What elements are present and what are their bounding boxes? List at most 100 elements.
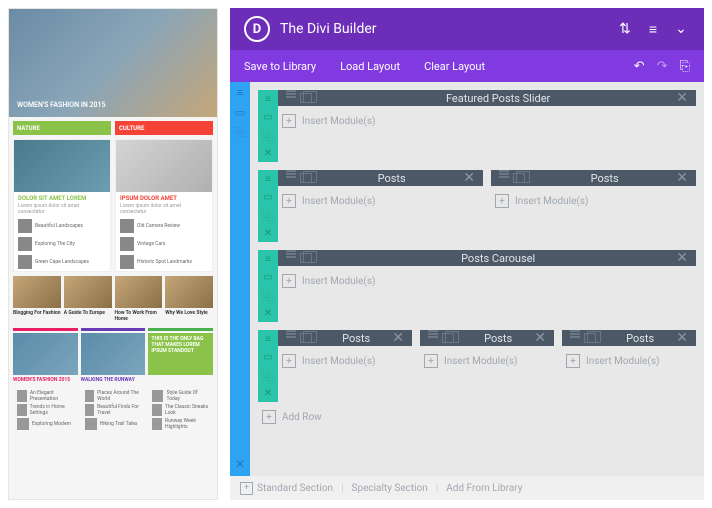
builder-section: ≡ ▭ ⿻ ✕ Posts ✕ +Insert Module(s) [258, 330, 696, 402]
save-to-library-button[interactable]: Save to Library [244, 60, 316, 73]
copy-icon[interactable] [300, 93, 312, 103]
drag-handle-icon[interactable] [428, 333, 438, 335]
sections-container: ≡ ▭ ⿻ ✕ Featured Posts Slider ✕ +In [250, 82, 704, 476]
close-icon[interactable]: ✕ [392, 330, 404, 346]
section-controls: ≡ ▭ ⿻ ✕ [230, 82, 250, 476]
drag-handle-icon[interactable]: ≡ [258, 170, 278, 188]
builder-section: ≡ ▭ ⿻ ✕ Posts Carousel ✕ +Insert Mo [258, 250, 696, 322]
card-image [14, 140, 110, 192]
row-controls: ≡ ▭ ⿻ ✕ [258, 250, 278, 322]
builder-subheader: Save to Library Load Layout Clear Layout… [230, 50, 704, 82]
module-block[interactable]: Posts Carousel ✕ [278, 250, 696, 266]
duplicate-icon[interactable]: ⿻ [230, 122, 250, 142]
insert-module-button[interactable]: +Insert Module(s) [491, 190, 696, 212]
copy-icon[interactable] [300, 333, 312, 343]
drag-handle-icon[interactable] [286, 333, 296, 335]
builder-title: The Divi Builder [280, 21, 377, 37]
duplicate-icon[interactable]: ⿻ [258, 286, 278, 304]
close-icon[interactable]: ✕ [534, 330, 546, 346]
close-icon[interactable]: ✕ [676, 90, 688, 106]
undo-icon[interactable]: ↶ [634, 59, 645, 74]
hero-image: WOMEN'S FASHION IN 2015 [9, 9, 217, 117]
row-controls: ≡ ▭ ⿻ ✕ [258, 330, 278, 402]
plus-icon: + [495, 194, 509, 208]
collapse-icon[interactable]: ⌄ [672, 20, 690, 38]
copy-icon[interactable] [442, 333, 454, 343]
divi-builder: D The Divi Builder ⇅ ≡ ⌄ Save to Library… [230, 8, 704, 500]
close-icon[interactable]: ✕ [258, 384, 278, 402]
drag-handle-icon[interactable] [499, 173, 509, 175]
row-controls: ≡ ▭ ⿻ ✕ [258, 90, 278, 162]
columns-icon[interactable]: ▭ [258, 188, 278, 206]
insert-module-button[interactable]: +Insert Module(s) [420, 350, 554, 372]
clear-layout-button[interactable]: Clear Layout [424, 60, 485, 73]
drag-handle-icon[interactable] [286, 93, 296, 95]
insert-module-button[interactable]: +Insert Module(s) [278, 270, 696, 292]
module-block[interactable]: Featured Posts Slider ✕ [278, 90, 696, 106]
add-from-library-button[interactable]: Add From Library [446, 483, 522, 494]
module-block[interactable]: Posts ✕ [562, 330, 696, 346]
insert-module-button[interactable]: +Insert Module(s) [278, 190, 483, 212]
insert-module-button[interactable]: +Insert Module(s) [562, 350, 696, 372]
module-name: Posts Carousel [320, 252, 676, 265]
plus-icon: + [240, 482, 253, 495]
drag-handle-icon[interactable]: ≡ [230, 82, 250, 102]
sort-icon[interactable]: ⇅ [616, 20, 634, 38]
drag-handle-icon[interactable]: ≡ [258, 250, 278, 268]
plus-icon: + [282, 354, 296, 368]
columns-icon[interactable]: ▭ [258, 108, 278, 126]
close-icon[interactable]: ✕ [676, 330, 688, 346]
module-block[interactable]: Posts ✕ [420, 330, 554, 346]
builder-footer: + Standard Section | Specialty Section |… [230, 476, 704, 500]
close-icon[interactable]: ✕ [463, 170, 475, 186]
module-name: Posts [533, 172, 676, 185]
hero-title: WOMEN'S FASHION IN 2015 [17, 101, 106, 109]
history-icon[interactable]: ⎘ [680, 59, 690, 74]
load-layout-button[interactable]: Load Layout [340, 60, 400, 73]
module-name: Featured Posts Slider [320, 92, 676, 105]
insert-module-button[interactable]: +Insert Module(s) [278, 110, 696, 132]
plus-icon: + [282, 274, 296, 288]
plus-icon: + [566, 354, 580, 368]
duplicate-icon[interactable]: ⿻ [258, 366, 278, 384]
duplicate-icon[interactable]: ⿻ [258, 126, 278, 144]
columns-icon[interactable]: ▭ [230, 102, 250, 122]
module-block[interactable]: Posts ✕ [278, 170, 483, 186]
copy-icon[interactable] [300, 253, 312, 263]
duplicate-icon[interactable]: ⿻ [258, 206, 278, 224]
copy-icon[interactable] [300, 173, 312, 183]
drag-handle-icon[interactable] [286, 173, 296, 175]
preview-card: DOLOR SIT AMET LOREM Lorem ipsum dolor s… [13, 139, 111, 272]
menu-icon[interactable]: ≡ [644, 20, 662, 38]
module-block[interactable]: Posts ✕ [278, 330, 412, 346]
redo-icon[interactable]: ↷ [657, 59, 668, 74]
close-icon[interactable]: ✕ [676, 250, 688, 266]
card-title: DOLOR SIT AMET LOREM [14, 192, 110, 203]
card-desc: Lorem ipsum dolor sit amet consectetur [14, 203, 110, 217]
plus-icon: + [282, 114, 296, 128]
insert-module-button[interactable]: +Insert Module(s) [278, 350, 412, 372]
close-icon[interactable]: ✕ [676, 170, 688, 186]
module-name: Posts [320, 332, 392, 345]
close-icon[interactable]: ✕ [258, 224, 278, 242]
builder-header: D The Divi Builder ⇅ ≡ ⌄ [230, 8, 704, 50]
card-image [116, 140, 212, 192]
copy-icon[interactable] [584, 333, 596, 343]
module-block[interactable]: Posts ✕ [491, 170, 696, 186]
columns-icon[interactable]: ▭ [258, 268, 278, 286]
module-name: Posts [462, 332, 534, 345]
category-culture: CULTURE [115, 121, 213, 135]
specialty-section-button[interactable]: Specialty Section [352, 483, 428, 494]
columns-icon[interactable]: ▭ [258, 348, 278, 366]
module-name: Posts [604, 332, 676, 345]
close-icon[interactable]: ✕ [258, 144, 278, 162]
add-row-button[interactable]: +Add Row [258, 406, 696, 428]
close-icon[interactable]: ✕ [258, 304, 278, 322]
drag-handle-icon[interactable] [570, 333, 580, 335]
drag-handle-icon[interactable]: ≡ [258, 330, 278, 348]
standard-section-button[interactable]: Standard Section [257, 483, 333, 494]
close-icon[interactable]: ✕ [230, 452, 250, 476]
copy-icon[interactable] [513, 173, 525, 183]
drag-handle-icon[interactable] [286, 253, 296, 255]
drag-handle-icon[interactable]: ≡ [258, 90, 278, 108]
